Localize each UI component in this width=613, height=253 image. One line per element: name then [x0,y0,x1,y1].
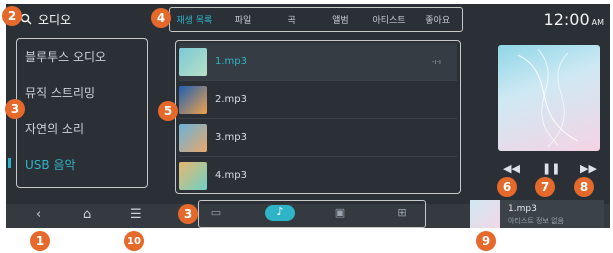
track-row[interactable]: 2.mp3 [179,81,457,119]
callout-1: 1 [30,231,50,251]
fast-forward-icon[interactable]: ▶▶ [580,162,597,175]
tab-artist[interactable]: 아티스트 [365,8,414,31]
pause-icon[interactable]: ❚❚ [542,162,560,175]
search-label: 오디오 [38,12,72,27]
home-icon[interactable]: ⌂ [83,207,91,222]
track-row[interactable]: 3.mp3 [179,119,457,157]
album-art-graphic [517,48,579,148]
mini-player-subtitle: 아티스트 정보 없음 [508,217,564,225]
callout-4: 4 [151,8,171,28]
source-bluetooth-audio[interactable]: 블루투스 오디오 [17,39,147,75]
source-usb-music[interactable]: USB 음악 [17,147,147,183]
track-list: 1.mp3 -ı-ı 2.mp3 3.mp3 4.mp3 [175,40,461,194]
source-list: 블루투스 오디오 뮤직 스트리밍 자연의 소리 USB 음악 [16,38,148,188]
callout-5: 5 [158,101,178,121]
callout-8: 8 [574,177,594,197]
tab-playlist[interactable]: 재생 목록 [170,8,219,31]
tab-favorites[interactable]: 좋아요 [413,8,462,31]
callout-3-bottom: 3 [178,204,198,224]
track-row[interactable]: 4.mp3 [179,157,457,194]
mini-player-title: 1.mp3 [508,204,537,214]
track-title: 2.mp3 [215,94,247,105]
callout-7: 7 [535,177,555,197]
track-title: 4.mp3 [215,170,247,181]
tv-icon[interactable]: ▣ [333,206,347,219]
callout-9: 9 [476,231,496,251]
album-art [498,45,600,151]
track-title: 1.mp3 [215,56,247,67]
media-source-bar: ▭ ♪ ▣ ⊞ [198,200,426,228]
track-title: 3.mp3 [215,132,247,143]
clock: 12:00 AM [544,10,604,29]
callout-6: 6 [497,177,517,197]
album-thumbnail [179,47,207,76]
clock-time: 12:00 [543,10,590,29]
equalizer-icon: -ı-ı [432,57,441,66]
mini-player-thumbnail [470,200,500,228]
rewind-icon[interactable]: ◀◀ [503,162,520,175]
callout-3: 3 [5,99,25,119]
top-bar: 오디오 재생 목록 파일 곡 앨범 아티스트 좋아요 12:00 AM [6,4,610,34]
audio-screen: 오디오 재생 목록 파일 곡 앨범 아티스트 좋아요 12:00 AM 블루투스 … [6,4,610,228]
search-area[interactable]: 오디오 [20,8,150,30]
track-row[interactable]: 1.mp3 -ı-ı [179,43,457,81]
source-nature-sounds[interactable]: 자연의 소리 [17,111,147,147]
album-thumbnail [179,85,207,114]
tab-album[interactable]: 앨범 [316,8,365,31]
music-icon[interactable]: ♪ [265,205,295,221]
active-source-indicator [8,158,11,168]
tab-song[interactable]: 곡 [267,8,316,31]
tab-file[interactable]: 파일 [219,8,268,31]
source-music-streaming[interactable]: 뮤직 스트리밍 [17,75,147,111]
apps-icon[interactable]: ⊞ [395,206,409,219]
clock-ampm: AM [591,18,604,27]
callout-10: 10 [124,231,144,251]
mini-player[interactable]: 1.mp3 아티스트 정보 없음 [470,200,604,228]
back-icon[interactable]: ‹ [36,207,41,222]
menu-icon[interactable]: ☰ [130,207,142,222]
radio-icon[interactable]: ▭ [209,206,223,219]
album-thumbnail [179,161,207,190]
category-tabs: 재생 목록 파일 곡 앨범 아티스트 좋아요 [169,7,463,32]
album-thumbnail [179,123,207,152]
callout-2: 2 [2,6,22,26]
